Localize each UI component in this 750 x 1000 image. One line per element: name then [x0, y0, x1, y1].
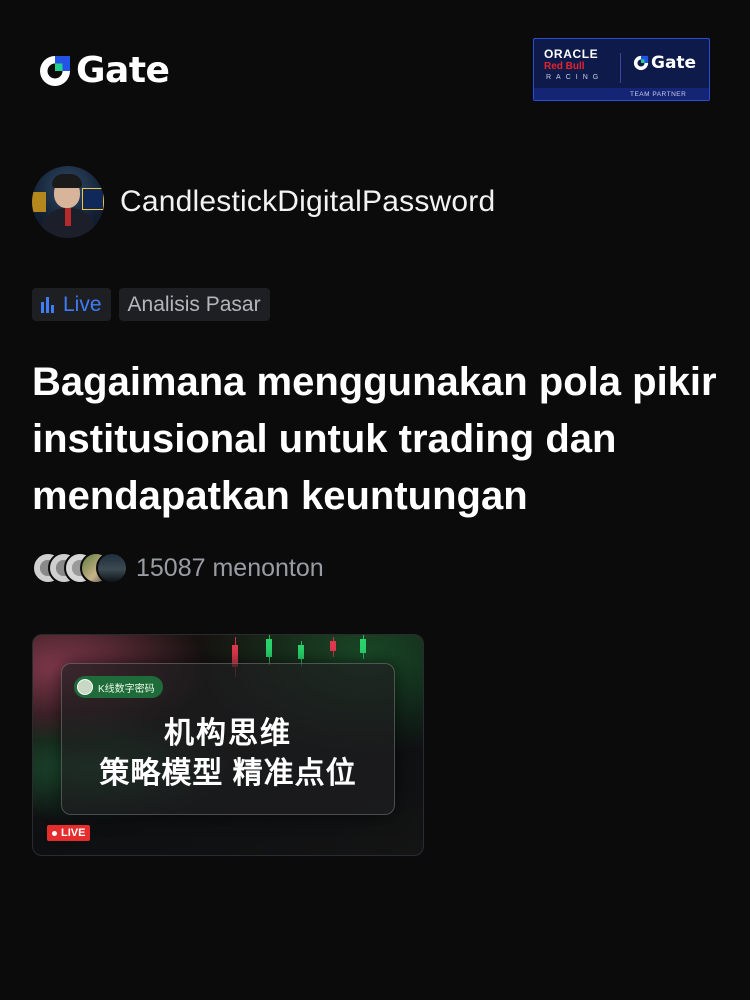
avatar-tie — [65, 208, 71, 226]
streamer-name[interactable]: CandlestickDigitalPassword — [120, 185, 495, 219]
candle — [298, 645, 304, 659]
viewer-avatars — [32, 551, 130, 585]
partner-oracle-text: ORACLE — [544, 47, 599, 61]
partner-racing-text: RACING — [546, 74, 604, 81]
partner-caption: TEAM PARTNER — [630, 91, 687, 98]
partner-redbull-text: Red Bull — [544, 61, 585, 72]
gate-logo-icon — [633, 55, 649, 71]
thumbnail-channel-name: K线数字密码 — [98, 683, 155, 695]
partner-divider — [620, 53, 621, 83]
candle — [360, 639, 366, 653]
viewer-avatar — [96, 552, 128, 584]
live-dot-icon — [52, 830, 57, 836]
stream-thumbnail[interactable]: K线数字密码 机构思维 策略模型 精准点位 LIVE — [32, 634, 424, 856]
thumbnail-subheadline: 策略模型 精准点位 — [99, 757, 357, 790]
avatar-background-sign — [32, 192, 46, 212]
team-partner-badge: ORACLE Red Bull RACING Gate TEAM PARTNER — [533, 38, 710, 101]
streamer-info[interactable]: CandlestickDigitalPassword — [32, 166, 495, 238]
category-tag-label: Analisis Pasar — [127, 292, 261, 316]
gate-logo[interactable]: Gate — [36, 50, 170, 91]
live-badge-label: LIVE — [61, 827, 86, 839]
viewer-count: 15087 menonton — [32, 551, 324, 585]
thumbnail-card: K线数字密码 机构思维 策略模型 精准点位 — [61, 663, 395, 815]
stream-tags: Live Analisis Pasar — [32, 288, 270, 321]
gate-logo-icon — [40, 55, 70, 86]
live-tag-label: Live — [63, 292, 102, 316]
streamer-avatar[interactable] — [32, 166, 104, 238]
channel-avatar — [77, 679, 93, 695]
thumbnail-channel-chip: K线数字密码 — [74, 676, 163, 698]
partner-gate-text: Gate — [651, 53, 697, 73]
live-tag: Live — [32, 288, 111, 321]
candle — [266, 639, 272, 657]
avatar-hair — [52, 174, 82, 188]
live-bars-icon — [41, 296, 54, 313]
stream-title[interactable]: Bagaimana menggunakan pola pikir institu… — [32, 354, 718, 525]
candle — [330, 641, 336, 651]
partner-gate-logo: Gate — [632, 53, 696, 73]
live-badge: LIVE — [47, 825, 91, 841]
category-tag[interactable]: Analisis Pasar — [118, 288, 270, 321]
gate-logo-text: Gate — [76, 50, 170, 91]
avatar-sign — [82, 188, 104, 210]
viewer-count-text: 15087 menonton — [136, 553, 324, 582]
thumbnail-headline: 机构思维 — [164, 717, 292, 750]
